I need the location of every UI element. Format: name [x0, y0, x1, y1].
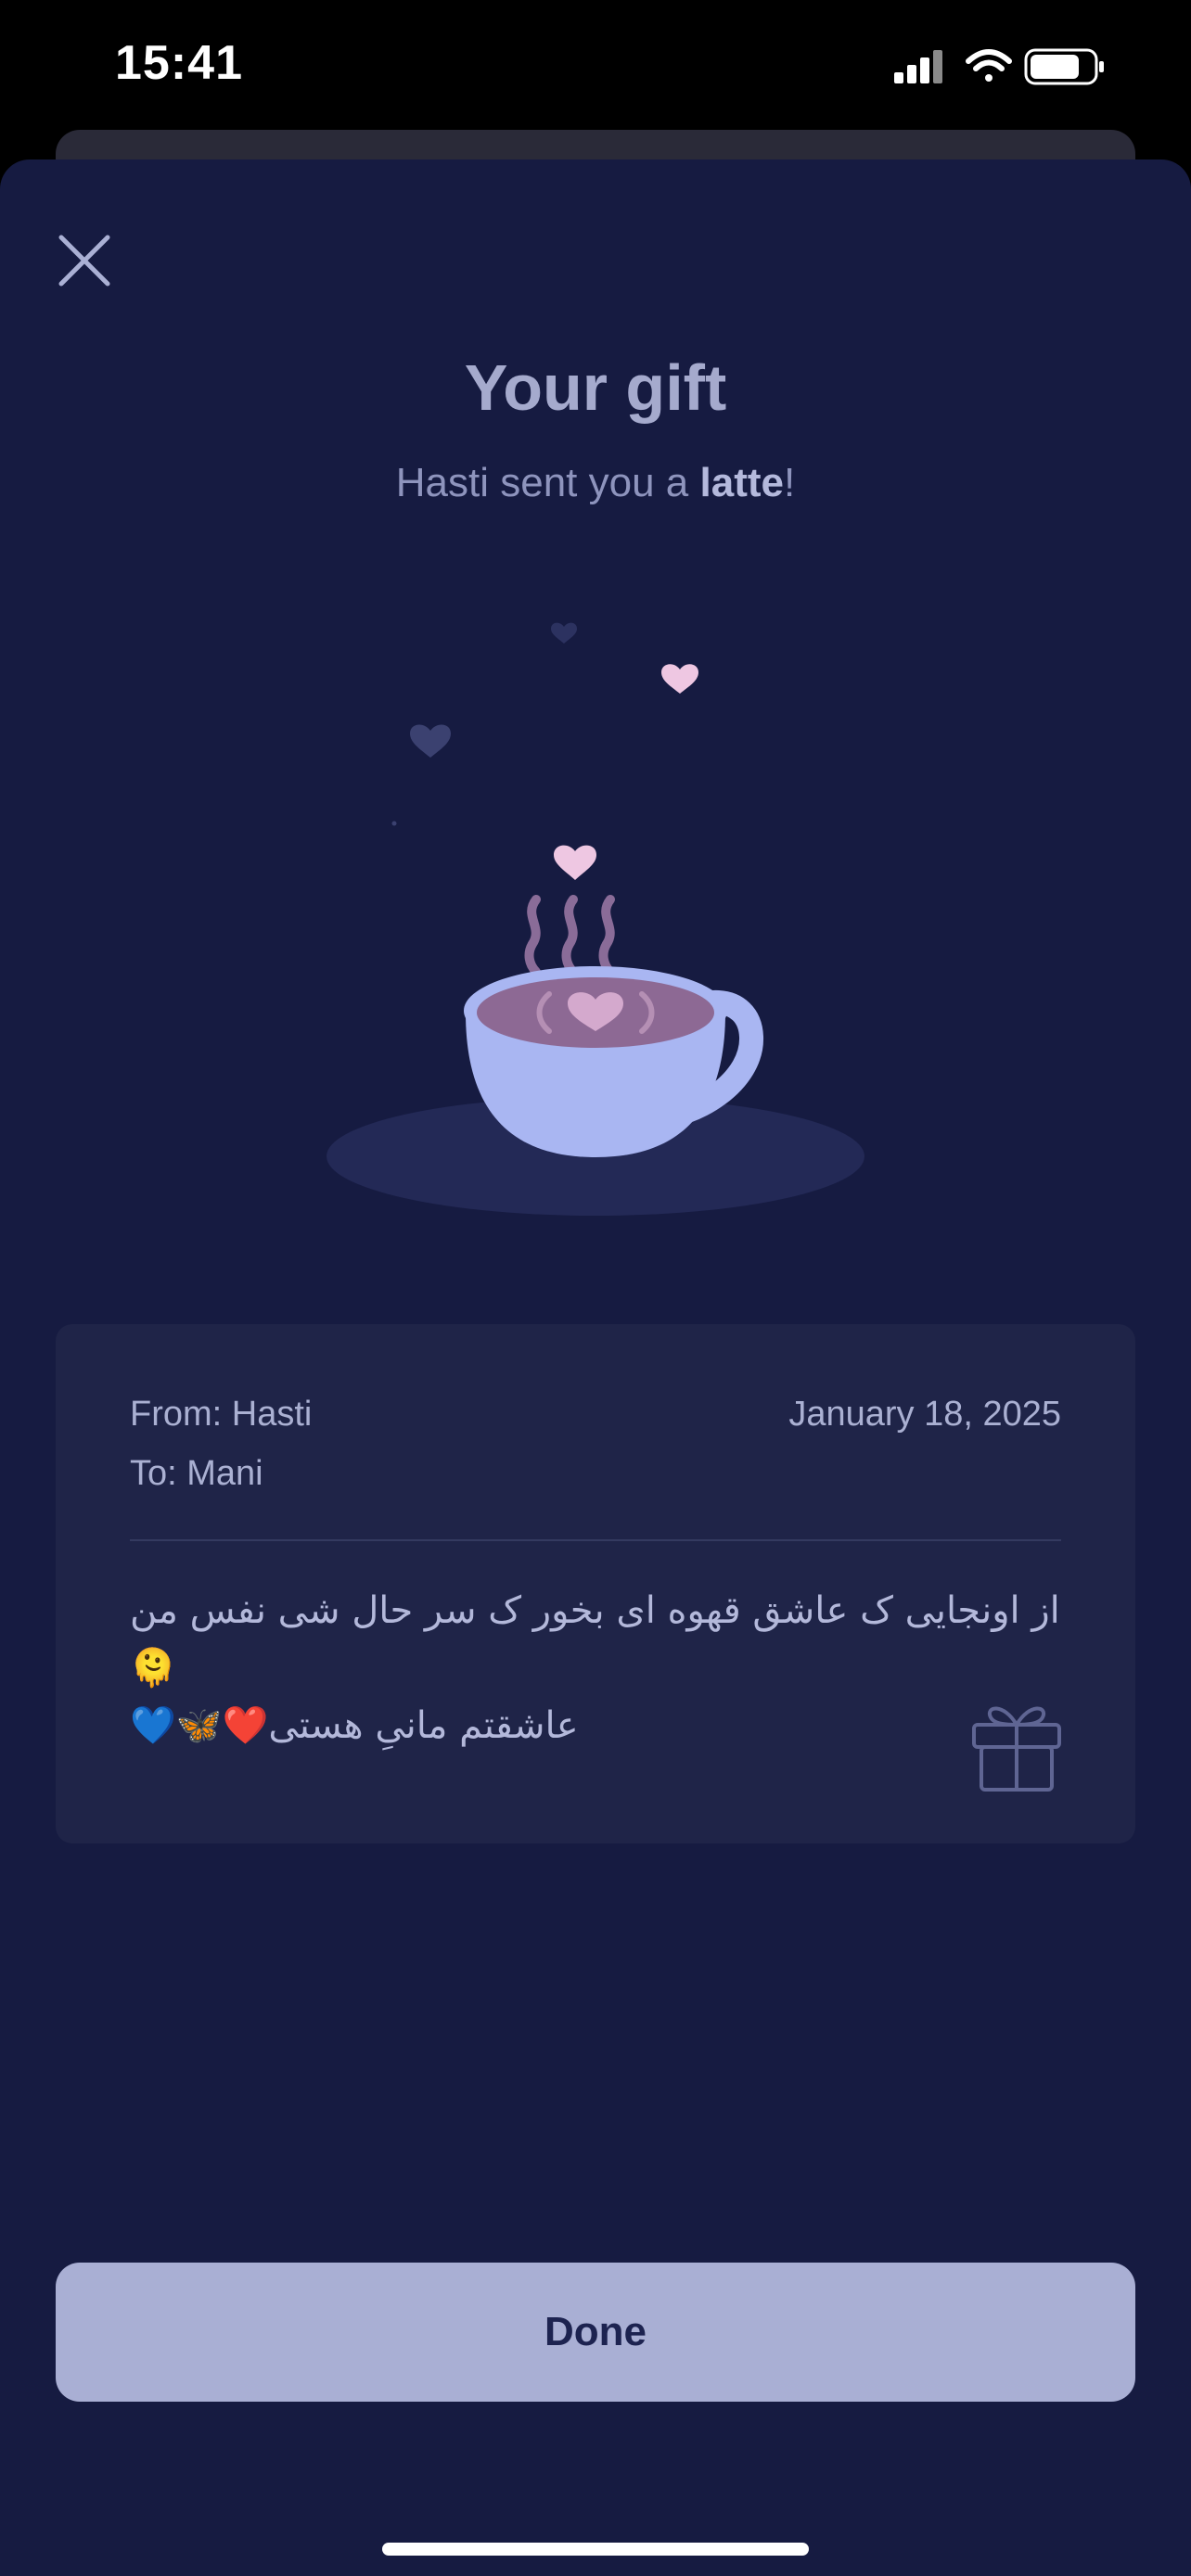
gift-from: From: Hasti — [130, 1395, 313, 1434]
card-divider — [130, 1539, 1061, 1541]
status-time: 15:41 — [115, 36, 243, 90]
status-bar: 15:41 — [0, 0, 1191, 139]
pink-heart-small-icon — [661, 664, 698, 694]
wifi-icon — [966, 49, 1012, 82]
close-icon[interactable] — [56, 232, 113, 289]
battery-icon — [1024, 48, 1104, 85]
tiny-dot — [391, 821, 397, 826]
gift-message-line-2: عاشقتم مانیِ هستی❤️🦋💙 — [130, 1704, 579, 1747]
done-button[interactable]: Done — [56, 2263, 1135, 2402]
gift-message-line-1: از اونجایی ک عاشق قهوه ای بخور ک سر حال … — [130, 1589, 1060, 1690]
gift-subtitle: Hasti sent you a latte! — [0, 460, 1191, 506]
home-indicator[interactable] — [382, 2543, 809, 2556]
gift-message: از اونجایی ک عاشق قهوه ای بخور ک سر حال … — [130, 1582, 1067, 1754]
subtitle-prefix: Hasti sent you a — [395, 460, 700, 505]
coffee-cup-with-hearts-icon — [327, 622, 864, 1216]
faint-heart-icon — [551, 622, 577, 644]
status-icons — [894, 48, 1104, 85]
gift-card: From: Hasti To: Mani January 18, 2025 از… — [56, 1324, 1135, 1843]
cellular-signal-icon — [894, 50, 942, 83]
subtitle-item: latte — [699, 460, 784, 505]
gift-to: To: Mani — [130, 1454, 263, 1493]
pink-heart-icon — [554, 845, 596, 880]
page-title: Your gift — [464, 351, 727, 424]
gift-icon — [972, 1706, 1061, 1792]
steam-icon — [524, 895, 615, 976]
subtitle-suffix: ! — [783, 460, 796, 505]
dim-heart-icon — [410, 724, 451, 758]
gift-date: January 18, 2025 — [788, 1395, 1061, 1434]
